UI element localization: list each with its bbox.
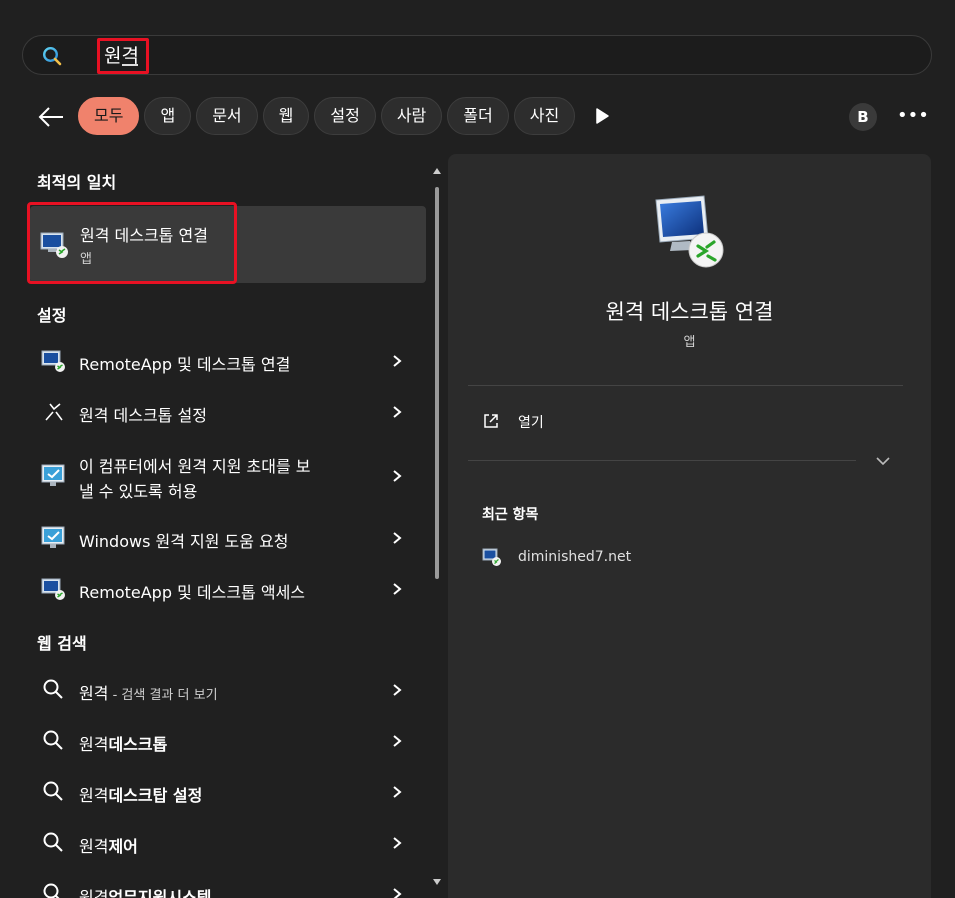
web-search-item[interactable]: 원격데스크탑 설정 [30,770,426,814]
chevron-down-icon[interactable] [874,452,892,470]
filter-folders[interactable]: 폴더 [447,97,509,135]
web-search-item[interactable]: 원격업무지원시스템 [30,872,426,898]
section-settings: 설정 [37,306,67,325]
remote-desktop-icon [40,232,68,258]
chevron-right-icon [393,406,402,418]
search-input[interactable]: 원격 [97,38,149,74]
search-icon [43,730,63,750]
search-icon [43,679,63,699]
remoteapp-icon [41,578,65,600]
settings-item-label: RemoteApp 및 데스크톱 액세스 [79,583,306,602]
details-type: 앱 [683,335,696,350]
section-web-search: 웹 검색 [37,634,87,653]
filter-documents[interactable]: 문서 [196,97,258,135]
scroll-up-arrow-icon[interactable] [432,167,442,175]
search-icon [43,832,63,852]
settings-item[interactable]: RemoteApp 및 데스크톱 액세스 [30,567,426,611]
settings-item[interactable]: 이 컴퓨터에서 원격 지원 초대를 보 낼 수 있도록 허용 [30,450,426,506]
chevron-right-icon [393,888,402,898]
filter-web[interactable]: 웹 [262,97,310,135]
chevron-right-icon [393,355,402,367]
web-search-label: 원격데스크탑 설정 [79,786,203,805]
settings-item-label: Windows 원격 지원 도움 요청 [79,532,289,551]
filter-people[interactable]: 사람 [380,97,443,135]
divider [468,460,856,461]
settings-item-label: 원격 데스크톱 설정 [79,406,207,425]
web-search-item[interactable]: 원격 - 검색 결과 더 보기 [30,668,426,712]
play-icon[interactable] [592,106,612,126]
settings-item-label: 이 컴퓨터에서 원격 지원 초대를 보 [79,457,311,476]
web-search-label: 원격 - 검색 결과 더 보기 [79,684,218,703]
settings-item[interactable]: 원격 데스크톱 설정 [30,390,426,434]
web-search-label: 원격업무지원시스템 [79,888,212,898]
remote-assistance-icon [41,464,65,486]
search-bar[interactable]: 원격 [22,35,932,75]
divider [468,385,903,386]
web-search-label: 원격데스크톱 [79,735,168,754]
search-icon [42,46,62,66]
details-title: 원격 데스크톱 연결 [605,300,774,324]
more-options-icon[interactable]: ••• [897,103,929,131]
remoteapp-icon [41,350,65,372]
remote-assistance-icon [41,526,65,548]
settings-item[interactable]: Windows 원격 지원 도움 요청 [30,516,426,560]
chevron-right-icon [393,684,402,696]
recent-item-label: diminished7.net [518,549,632,565]
remote-desktop-settings-icon [45,403,63,421]
filter-all[interactable]: 모두 [78,97,140,135]
details-panel: 원격 데스크톱 연결 앱 열기 최근 항목 diminished7.net [448,154,931,898]
back-arrow-icon[interactable] [36,104,66,130]
recent-items-title: 최근 항목 [482,507,539,523]
web-search-item[interactable]: 원격제어 [30,821,426,865]
settings-item[interactable]: RemoteApp 및 데스크톱 연결 [30,339,426,383]
filter-photos[interactable]: 사진 [513,97,576,135]
remote-desktop-icon [482,548,501,566]
filter-tabs: 모두 앱 문서 웹 설정 사람 폴더 사진 [78,97,576,135]
best-match-type: 앱 [80,252,92,267]
chevron-right-icon [393,735,402,747]
chevron-right-icon [393,470,402,482]
filter-settings[interactable]: 설정 [314,97,376,135]
scrollbar-thumb[interactable] [435,187,439,579]
best-match-item[interactable]: 원격 데스크톱 연결 앱 [30,206,426,283]
open-external-icon [484,414,498,428]
scroll-down-arrow-icon[interactable] [432,878,442,886]
recent-item[interactable]: diminished7.net [478,544,778,570]
results-list: 최적의 일치 원격 데스크톱 연결 앱 설정 RemoteApp 및 데스크톱 … [0,150,445,898]
web-search-label: 원격제어 [79,837,138,856]
search-icon [43,883,60,898]
text-caret [122,64,138,66]
chevron-right-icon [393,583,402,595]
open-label: 열기 [518,415,544,431]
settings-item-label: RemoteApp 및 데스크톱 연결 [79,355,291,374]
chevron-right-icon [393,532,402,544]
remote-desktop-icon [655,195,724,268]
settings-item-label-line2: 낼 수 있도록 허용 [79,482,198,501]
search-icon [43,781,63,801]
best-match-title: 원격 데스크톱 연결 [80,226,208,245]
web-search-item[interactable]: 원격데스크톱 [30,719,426,763]
chevron-right-icon [393,786,402,798]
filter-apps[interactable]: 앱 [144,97,192,135]
open-action[interactable]: 열기 [478,408,678,434]
chevron-right-icon [393,837,402,849]
section-best-match: 최적의 일치 [37,173,117,192]
account-avatar[interactable]: B [849,103,877,131]
